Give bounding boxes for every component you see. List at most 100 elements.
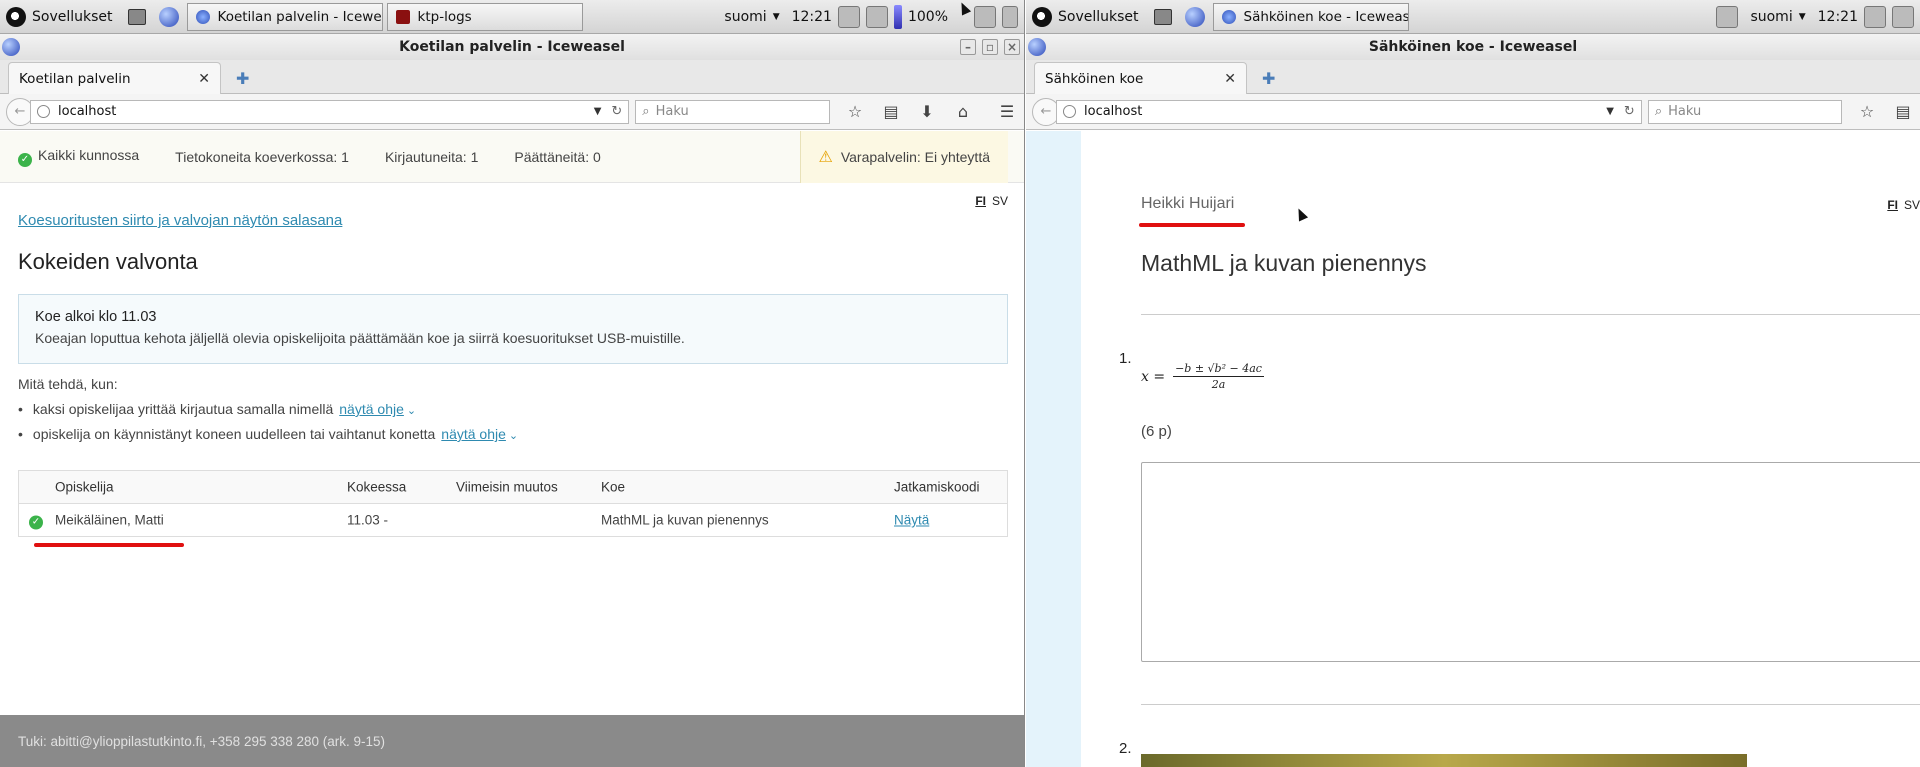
menu-icon[interactable]: ☰: [996, 101, 1018, 123]
task-sahkoinen-koe[interactable]: Sähköinen koe - Iceweasel: [1212, 2, 1409, 31]
clock[interactable]: 12:21: [792, 9, 832, 25]
tab-strip: Sähköinen koe ✕ ✚: [1026, 60, 1920, 94]
help-item-text: opiskelija on käynnistänyt koneen uudell…: [32, 426, 436, 442]
column-last-change[interactable]: Viimeisin muutos: [456, 480, 558, 495]
taskbar: Sovellukset Sähköinen koe - Iceweasel su…: [1026, 0, 1920, 34]
file-manager-icon[interactable]: [1151, 5, 1175, 29]
bookmark-star-icon[interactable]: ☆: [1856, 101, 1878, 123]
formula-denominator: 2a: [1211, 378, 1226, 391]
task-koetilan-palvelin[interactable]: Koetilan palvelin - Iceweasel: [186, 2, 383, 31]
column-code[interactable]: Jatkamiskoodi: [894, 480, 980, 495]
tab-koetilan-palvelin[interactable]: Koetilan palvelin ✕: [8, 62, 221, 94]
window-titlebar: Koetilan palvelin - Iceweasel – ▫ ×: [0, 34, 1024, 60]
formula-numerator: −b ± √b² − 4ac: [1173, 362, 1264, 377]
download-icon[interactable]: ⬇: [916, 101, 938, 123]
url-text: localhost: [58, 104, 117, 119]
task-ktp-logs[interactable]: ktp-logs: [386, 2, 583, 31]
search-placeholder: Haku: [1668, 104, 1702, 119]
close-icon[interactable]: ×: [1004, 39, 1020, 55]
browser-icon[interactable]: [157, 5, 181, 29]
column-exam[interactable]: Koe: [601, 480, 625, 495]
question-points: (6 p): [1141, 423, 1172, 440]
column-in-exam[interactable]: Kokeessa: [347, 480, 406, 495]
settings-icon[interactable]: [865, 5, 888, 28]
answer-textarea[interactable]: [1141, 462, 1920, 662]
close-tab-icon[interactable]: ✕: [198, 71, 210, 87]
headphones-icon[interactable]: [1864, 5, 1886, 28]
search-input[interactable]: ⌕ Haku: [1647, 99, 1842, 124]
power-icon[interactable]: [1002, 5, 1018, 28]
computers-count: Tietokoneita koeverkossa: 1: [175, 148, 349, 165]
dropdown-icon[interactable]: ▼: [1606, 106, 1614, 117]
column-student[interactable]: Opiskelija: [55, 480, 114, 495]
reader-list-icon[interactable]: ▤: [880, 101, 902, 123]
search-input[interactable]: ⌕ Haku: [635, 99, 830, 124]
network-icon[interactable]: [837, 5, 860, 28]
divider: [1141, 704, 1920, 705]
apps-logo-icon: [1032, 6, 1052, 27]
lang-fi[interactable]: FI: [975, 194, 986, 208]
url-bar[interactable]: localhost ▼ ↻: [1056, 99, 1642, 124]
check-icon: ✓: [18, 152, 32, 167]
applications-menu[interactable]: Sovellukset: [0, 0, 121, 33]
tab-sahkoinen-koe[interactable]: Sähköinen koe ✕: [1034, 62, 1247, 94]
new-tab-icon[interactable]: ✚: [236, 69, 249, 88]
status-ok-label: Kaikki kunnossa: [38, 146, 140, 163]
dropdown-icon[interactable]: ▼: [594, 106, 602, 117]
task-label: Sähköinen koe - Iceweasel: [1243, 8, 1409, 25]
lock-icon[interactable]: [974, 5, 996, 28]
divider: [1141, 314, 1920, 315]
maximize-icon[interactable]: ▫: [982, 39, 998, 55]
url-bar[interactable]: localhost ▼ ↻: [30, 99, 630, 124]
keyboard-layout[interactable]: suomi: [724, 9, 766, 25]
terminal-icon: [395, 9, 410, 24]
volume-level-icon[interactable]: [893, 4, 902, 29]
chevron-down-icon[interactable]: ⌄: [509, 430, 518, 442]
bookmark-star-icon[interactable]: ☆: [844, 101, 866, 123]
new-tab-icon[interactable]: ✚: [1262, 69, 1275, 88]
lang-fi[interactable]: FI: [1887, 198, 1898, 212]
chevron-down-icon[interactable]: ⌄: [407, 405, 416, 417]
keyboard-layout[interactable]: suomi: [1750, 9, 1792, 25]
window-title: Sähköinen koe - Iceweasel: [1368, 39, 1578, 55]
url-text: localhost: [1084, 104, 1143, 119]
reload-icon[interactable]: ↻: [611, 104, 622, 119]
home-icon[interactable]: ⌂: [952, 101, 974, 123]
applications-menu[interactable]: Sovellukset: [1026, 0, 1147, 33]
window-title: Koetilan palvelin - Iceweasel: [399, 39, 625, 55]
warning-icon: ⚠: [818, 149, 833, 166]
red-underline: [34, 543, 184, 547]
show-code-link[interactable]: Näytä: [894, 513, 929, 528]
right-desktop: Sovellukset Sähköinen koe - Iceweasel su…: [1026, 0, 1920, 767]
taskbar: Sovellukset Koetilan palvelin - Icewease…: [0, 0, 1024, 34]
exam-name: MathML ja kuvan pienennys: [601, 512, 769, 528]
task-label: Koetilan palvelin - Iceweasel: [217, 8, 382, 25]
backup-server-warning: ⚠ Varapalvelin: Ei yhteyttä: [799, 131, 1008, 183]
check-icon: ✓: [29, 511, 49, 530]
quadratic-formula: x = −b ± √b² − 4ac 2a: [1141, 362, 1264, 391]
reader-list-icon[interactable]: ▤: [1892, 101, 1914, 123]
help-item: • opiskelija on käynnistänyt koneen uudel…: [18, 426, 519, 442]
nav-bar: ← localhost ▼ ↻ ⌕ Haku ☆ ▤ ⬇ ⌂ ☰: [0, 94, 1024, 130]
backup-status: Varapalvelin: Ei yhteyttä: [840, 149, 990, 165]
exam-start-time: Koe alkoi klo 11.03: [35, 309, 157, 325]
close-tab-icon[interactable]: ✕: [1224, 71, 1236, 87]
reload-icon[interactable]: ↻: [1624, 104, 1635, 119]
formula-lhs: x =: [1141, 368, 1166, 385]
language-switch: FI SV: [975, 194, 1008, 208]
question-number: 1.: [1119, 350, 1132, 367]
file-manager-icon[interactable]: [125, 5, 149, 29]
password-link[interactable]: Koesuoritusten siirto ja valvojan näytön…: [18, 212, 342, 229]
show-help-link[interactable]: näytä ohje: [441, 426, 506, 442]
lang-sv[interactable]: SV: [992, 194, 1008, 208]
show-help-link[interactable]: näytä ohje: [339, 401, 404, 417]
lang-sv[interactable]: SV: [1904, 198, 1920, 212]
tab-strip: Koetilan palvelin ✕ ✚: [0, 60, 1024, 94]
settings-icon[interactable]: [1892, 5, 1914, 28]
clock[interactable]: 12:21: [1818, 9, 1858, 25]
left-margin-strip: [1026, 131, 1081, 767]
browser-icon[interactable]: [1183, 5, 1207, 29]
camera-icon[interactable]: [1716, 5, 1739, 28]
minimize-icon[interactable]: –: [960, 39, 976, 55]
support-text: Tuki: abitti@ylioppilastutkinto.fi, +358…: [18, 733, 386, 749]
